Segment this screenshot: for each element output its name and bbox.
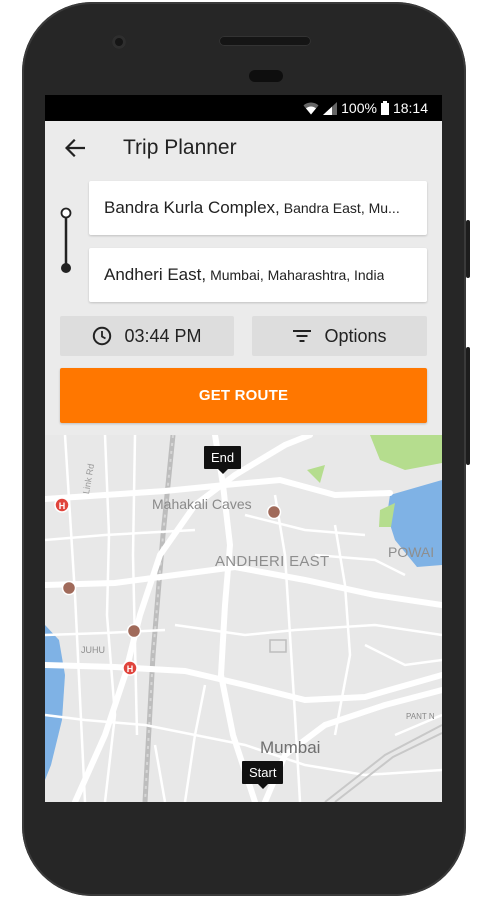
volume-button [466,220,470,278]
get-route-button[interactable]: GET ROUTE [60,368,427,423]
map-label-mumbai: Mumbai [260,738,321,757]
battery-percent: 100% [341,100,377,116]
map-label-mahakali-caves: Mahakali Caves [152,496,252,512]
start-marker[interactable]: Start [242,761,284,789]
map-label-juhu: JUHU [81,645,105,655]
clock: 18:14 [392,100,428,116]
front-camera [112,35,126,49]
clock-icon [93,326,112,346]
destination-sub-text: Mumbai, Maharashtra, India [210,267,385,283]
map-canvas[interactable]: H H [45,435,442,802]
time-button[interactable]: 03:44 PM [60,316,234,356]
time-label: 03:44 PM [124,325,202,346]
wifi-icon [303,102,319,114]
app-bar: Trip Planner [45,121,442,175]
attraction-pin[interactable] [266,504,282,520]
temple-pin[interactable] [61,580,77,596]
power-button [466,347,470,465]
page-title: Trip Planner [123,136,237,159]
battery-icon [380,101,389,115]
map-label-andheri-east: ANDHERI EAST [215,553,330,570]
signal-icon [323,101,338,115]
hospital-pin-1[interactable]: H [54,497,70,513]
origin-main-text: Bandra Kurla Complex, [104,198,280,217]
proximity-sensor [249,70,283,82]
earpiece [219,36,311,46]
destination-input[interactable]: Andheri East, Mumbai, Maharashtra, India [89,248,427,302]
hospital-pin-2[interactable]: H [122,660,138,676]
map-label-powai: POWAI [388,544,435,560]
status-bar: 100% 18:14 [45,95,442,121]
svg-text:H: H [59,501,66,511]
route-map[interactable]: H H Link Rd Mahakali Caves ANDHERI EAST … [45,435,442,802]
screen: 100% 18:14 Trip Planner Bandra Kurla Com… [45,95,442,802]
options-button[interactable]: Options [252,316,427,356]
back-arrow-icon [65,139,85,157]
landmark-pin[interactable] [126,623,142,639]
filter-icon [293,330,312,342]
options-label: Options [324,325,387,346]
route-connector-icon [60,207,72,273]
map-label-pant-nagar: PANT N [406,712,435,721]
destination-main-text: Andheri East, [104,265,207,284]
back-button[interactable] [45,121,105,175]
origin-input[interactable]: Bandra Kurla Complex, Bandra East, Mu... [89,181,427,235]
origin-sub-text: Bandra East, Mu... [283,200,400,216]
svg-text:H: H [127,664,134,674]
end-marker[interactable]: End [204,446,242,474]
